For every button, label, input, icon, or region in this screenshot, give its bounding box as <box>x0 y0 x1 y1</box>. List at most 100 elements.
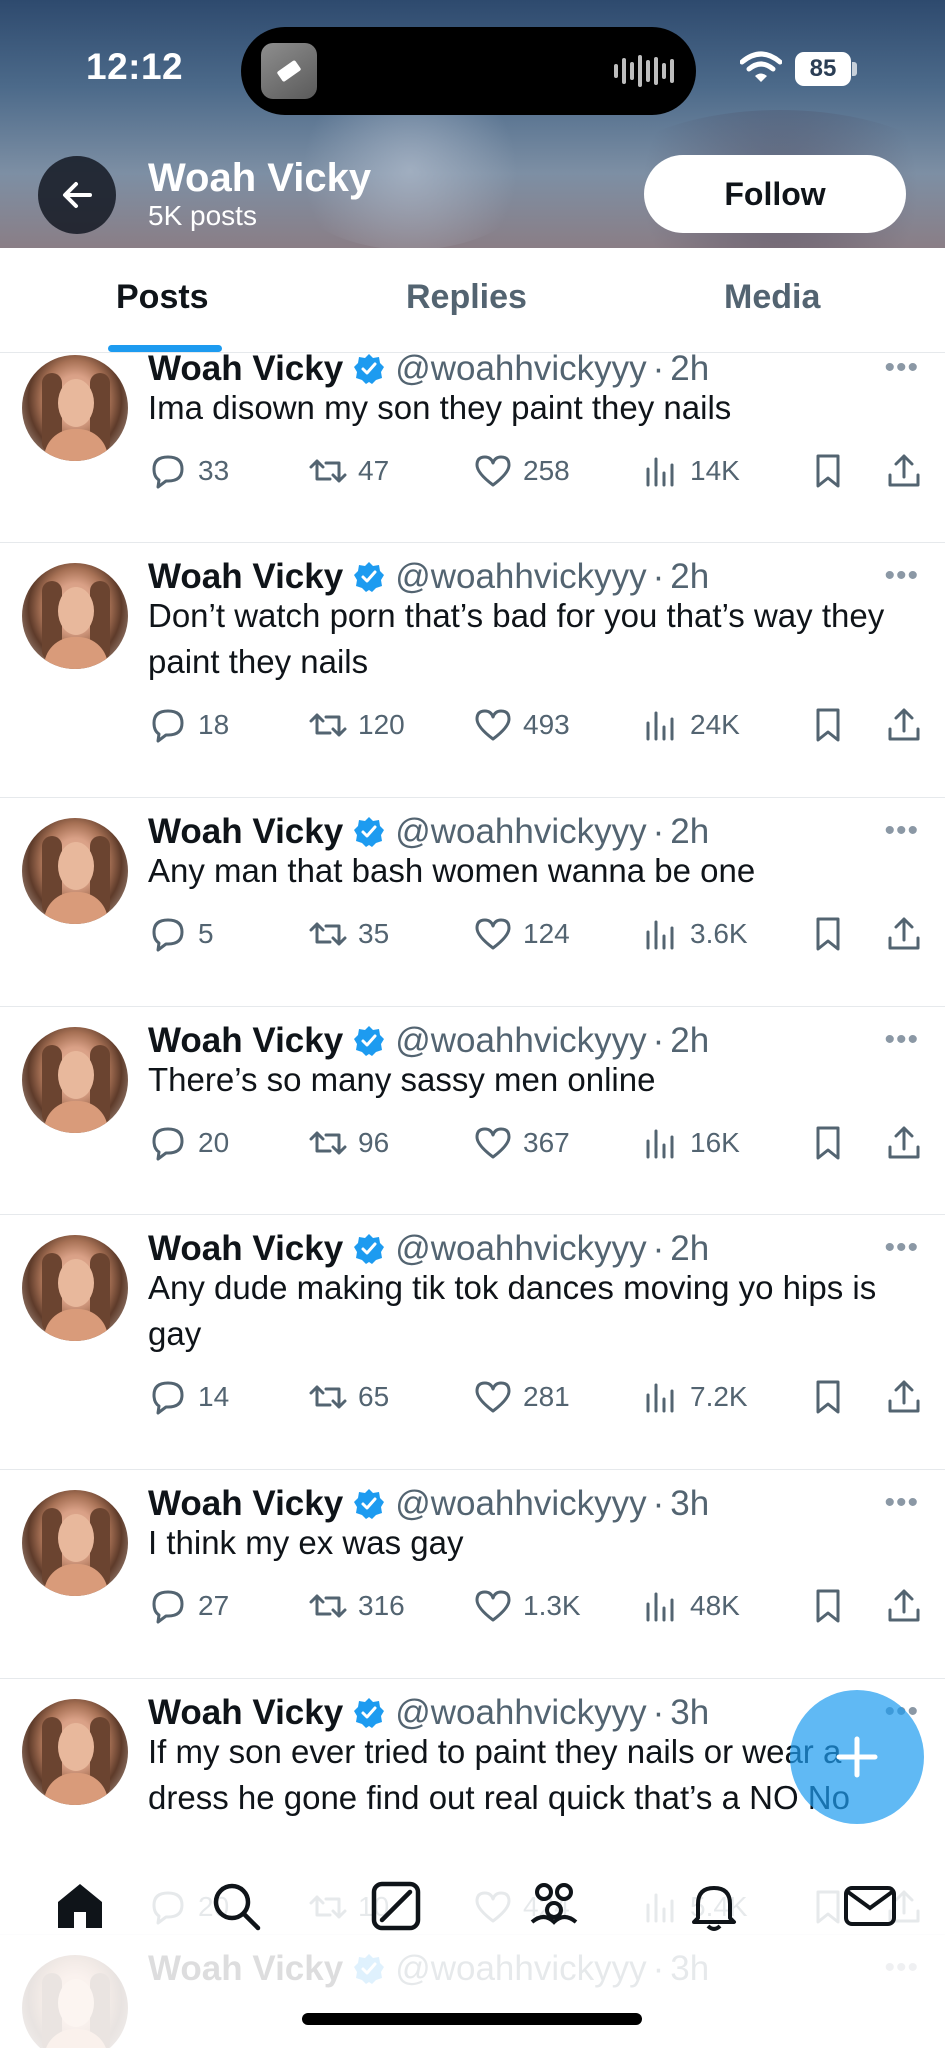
like-button[interactable]: 124 <box>473 912 570 956</box>
author-name[interactable]: Woah Vicky <box>148 353 343 389</box>
retweet-button[interactable]: 65 <box>308 1375 389 1419</box>
views-count: 16K <box>690 1127 740 1158</box>
share-button[interactable] <box>884 1375 924 1419</box>
bookmark-button[interactable] <box>808 1121 848 1165</box>
views-button[interactable]: 16K <box>640 1121 740 1165</box>
retweet-button[interactable]: 120 <box>308 703 405 747</box>
views-button[interactable]: 3.6K <box>640 912 748 956</box>
views-button[interactable]: 7.2K <box>640 1375 748 1419</box>
more-icon[interactable]: ••• <box>884 814 919 848</box>
reply-button[interactable]: 14 <box>148 1375 229 1419</box>
share-button[interactable] <box>884 703 924 747</box>
retweet-button[interactable]: 47 <box>308 449 389 493</box>
author-handle[interactable]: @woahhvickyyy <box>395 1229 646 1269</box>
like-count: 124 <box>523 918 570 949</box>
retweet-button[interactable]: 96 <box>308 1121 389 1165</box>
bookmark-button[interactable] <box>808 912 848 956</box>
post-time: 2h <box>670 812 710 851</box>
author-handle[interactable]: @woahhvickyyy <box>395 1484 646 1524</box>
tweet[interactable]: Woah Vicky @woahhvickyyy · 2h ••• There’s so … <box>0 1007 945 1215</box>
more-icon[interactable]: ••• <box>884 353 919 385</box>
notifications-icon[interactable] <box>686 1878 742 1934</box>
heart-icon <box>473 451 523 491</box>
author-handle[interactable]: @woahhvickyyy <box>395 812 646 852</box>
like-button[interactable]: 367 <box>473 1121 570 1165</box>
profile-tabs: Posts Replies Media <box>0 248 945 353</box>
like-button[interactable]: 493 <box>473 703 570 747</box>
author-handle[interactable]: @woahhvickyyy <box>395 557 646 597</box>
retweet-count: 96 <box>358 1127 390 1158</box>
views-button[interactable]: 14K <box>640 449 740 493</box>
more-icon[interactable]: ••• <box>884 1023 919 1057</box>
tab-replies[interactable]: Replies <box>406 278 527 317</box>
follow-button[interactable]: Follow <box>644 155 906 233</box>
tweet[interactable]: Woah Vicky @woahhvickyyy · 3h ••• I think my … <box>0 1470 945 1679</box>
author-handle[interactable]: @woahhvickyyy <box>395 353 646 389</box>
communities-icon[interactable] <box>526 1878 582 1934</box>
avatar[interactable] <box>22 818 128 924</box>
messages-icon[interactable] <box>842 1878 898 1934</box>
author-name[interactable]: Woah Vicky <box>148 1693 343 1733</box>
grok-icon[interactable] <box>368 1878 424 1934</box>
tweet[interactable]: Woah Vicky @woahhvickyyy · 2h ••• Don’t watch… <box>0 543 945 798</box>
avatar[interactable] <box>22 563 128 669</box>
compose-button[interactable] <box>790 1690 924 1824</box>
tweet[interactable]: Woah Vicky @woahhvickyyy · 2h ••• Any dude ma… <box>0 1215 945 1470</box>
reply-button[interactable]: 18 <box>148 703 229 747</box>
bookmark-icon <box>808 451 848 491</box>
retweet-button[interactable]: 35 <box>308 912 389 956</box>
author-handle[interactable]: @woahhvickyyy <box>395 1693 646 1733</box>
reply-button[interactable]: 33 <box>148 449 229 493</box>
author-name[interactable]: Woah Vicky <box>148 557 343 597</box>
like-button[interactable]: 1.3K <box>473 1584 581 1628</box>
author-name[interactable]: Woah Vicky <box>148 1021 343 1061</box>
share-button[interactable] <box>884 449 924 493</box>
retweet-icon <box>308 1123 358 1163</box>
avatar[interactable] <box>22 355 128 461</box>
reply-count: 5 <box>198 918 214 949</box>
tab-posts[interactable]: Posts <box>116 278 209 317</box>
share-button[interactable] <box>884 912 924 956</box>
bookmark-button[interactable] <box>808 449 848 493</box>
author-name[interactable]: Woah Vicky <box>148 1229 343 1269</box>
tweet-header: Woah Vicky @woahhvickyyy · 2h <box>148 812 709 852</box>
tweet-text: I think my ex was gay <box>148 1524 464 1561</box>
share-button[interactable] <box>884 1121 924 1165</box>
search-icon[interactable] <box>208 1878 264 1934</box>
avatar[interactable] <box>22 1490 128 1596</box>
author-name[interactable]: Woah Vicky <box>148 1484 343 1524</box>
avatar[interactable] <box>22 1235 128 1341</box>
tweet-text: Don’t watch porn that’s bad for you that… <box>148 597 885 680</box>
separator-dot: · <box>652 1484 665 1523</box>
reply-button[interactable]: 5 <box>148 912 214 956</box>
bookmark-button[interactable] <box>808 703 848 747</box>
tweet[interactable]: Woah Vicky @woahhvickyyy · 2h ••• Ima disown … <box>0 353 945 543</box>
reply-button[interactable]: 20 <box>148 1121 229 1165</box>
retweet-button[interactable]: 316 <box>308 1584 405 1628</box>
like-button[interactable]: 281 <box>473 1375 570 1419</box>
tweet[interactable]: Woah Vicky @woahhvickyyy · 2h ••• Any man tha… <box>0 798 945 1007</box>
views-button[interactable]: 24K <box>640 703 740 747</box>
more-icon[interactable]: ••• <box>884 1231 919 1265</box>
more-icon[interactable]: ••• <box>884 1486 919 1520</box>
avatar[interactable] <box>22 1699 128 1805</box>
reply-button[interactable]: 27 <box>148 1584 229 1628</box>
bookmark-button[interactable] <box>808 1375 848 1419</box>
like-button[interactable]: 258 <box>473 449 570 493</box>
share-button[interactable] <box>884 1584 924 1628</box>
home-icon[interactable] <box>52 1878 108 1934</box>
bookmark-icon <box>808 1586 848 1626</box>
tab-media[interactable]: Media <box>724 278 820 317</box>
retweet-count: 120 <box>358 709 405 740</box>
author-handle[interactable]: @woahhvickyyy <box>395 1021 646 1061</box>
author-name[interactable]: Woah Vicky <box>148 812 343 852</box>
tweet-header: Woah Vicky @woahhvickyyy · 2h <box>148 557 709 597</box>
back-button[interactable] <box>38 156 116 234</box>
post-time: 2h <box>670 353 710 388</box>
views-button[interactable]: 48K <box>640 1584 740 1628</box>
tweet-header: Woah Vicky @woahhvickyyy · 2h <box>148 1229 709 1269</box>
bookmark-button[interactable] <box>808 1584 848 1628</box>
more-icon[interactable]: ••• <box>884 559 919 593</box>
home-indicator <box>302 2013 642 2025</box>
avatar[interactable] <box>22 1027 128 1133</box>
